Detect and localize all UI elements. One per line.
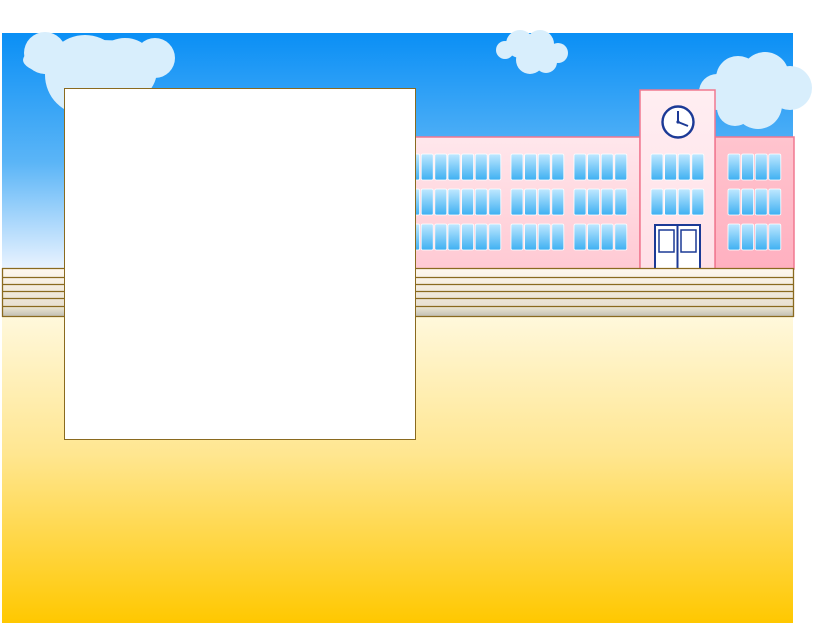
window-pane bbox=[551, 153, 565, 181]
window-pane bbox=[474, 153, 488, 181]
window-pane bbox=[768, 153, 782, 181]
window-pane bbox=[677, 188, 691, 216]
window-pane bbox=[510, 153, 524, 181]
window-pane bbox=[600, 223, 614, 251]
window-pane bbox=[524, 153, 537, 181]
window-pane bbox=[741, 188, 754, 216]
window-pane bbox=[650, 153, 664, 181]
window-pane bbox=[587, 188, 600, 216]
window-pane bbox=[434, 153, 448, 181]
window-pane bbox=[474, 188, 488, 216]
window-pane bbox=[614, 153, 628, 181]
window-pane bbox=[741, 153, 754, 181]
window-pane bbox=[600, 188, 614, 216]
window-pane bbox=[474, 223, 488, 251]
window-pane bbox=[488, 223, 502, 251]
window-pane bbox=[447, 188, 461, 216]
window-pane bbox=[754, 153, 768, 181]
window-pane bbox=[573, 153, 587, 181]
window-pane bbox=[510, 223, 524, 251]
window-pane bbox=[551, 188, 565, 216]
window-pane bbox=[727, 223, 741, 251]
window-pane bbox=[420, 188, 434, 216]
window-pane bbox=[488, 153, 502, 181]
window-pane bbox=[537, 153, 551, 181]
window-pane bbox=[587, 153, 600, 181]
window-pane bbox=[754, 188, 768, 216]
window-pane bbox=[420, 153, 434, 181]
window-pane bbox=[768, 223, 782, 251]
window-pane bbox=[420, 223, 434, 251]
window-pane bbox=[524, 223, 537, 251]
window-pane bbox=[587, 223, 600, 251]
window-pane bbox=[727, 153, 741, 181]
window-pane bbox=[488, 188, 502, 216]
window-pane bbox=[551, 223, 565, 251]
clock-icon bbox=[661, 105, 695, 139]
window-pane bbox=[461, 153, 475, 181]
window-pane bbox=[537, 188, 551, 216]
window-pane bbox=[537, 223, 551, 251]
window-pane bbox=[664, 153, 677, 181]
school-entrance-door bbox=[654, 224, 701, 270]
window-pane bbox=[447, 223, 461, 251]
window-pane bbox=[573, 188, 587, 216]
window-pane bbox=[614, 188, 628, 216]
window-pane bbox=[461, 188, 475, 216]
window-pane bbox=[434, 188, 448, 216]
window-pane bbox=[727, 188, 741, 216]
window-pane bbox=[768, 188, 782, 216]
window-pane bbox=[573, 223, 587, 251]
window-pane bbox=[650, 188, 664, 216]
window-pane bbox=[691, 153, 705, 181]
window-pane bbox=[461, 223, 475, 251]
window-pane bbox=[434, 223, 448, 251]
window-pane bbox=[447, 153, 461, 181]
content-panel bbox=[64, 88, 416, 440]
window-pane bbox=[754, 223, 768, 251]
window-pane bbox=[741, 223, 754, 251]
window-pane bbox=[691, 188, 705, 216]
window-pane bbox=[664, 188, 677, 216]
window-pane bbox=[510, 188, 524, 216]
window-pane bbox=[600, 153, 614, 181]
window-pane bbox=[524, 188, 537, 216]
window-pane bbox=[614, 223, 628, 251]
window-pane bbox=[677, 153, 691, 181]
